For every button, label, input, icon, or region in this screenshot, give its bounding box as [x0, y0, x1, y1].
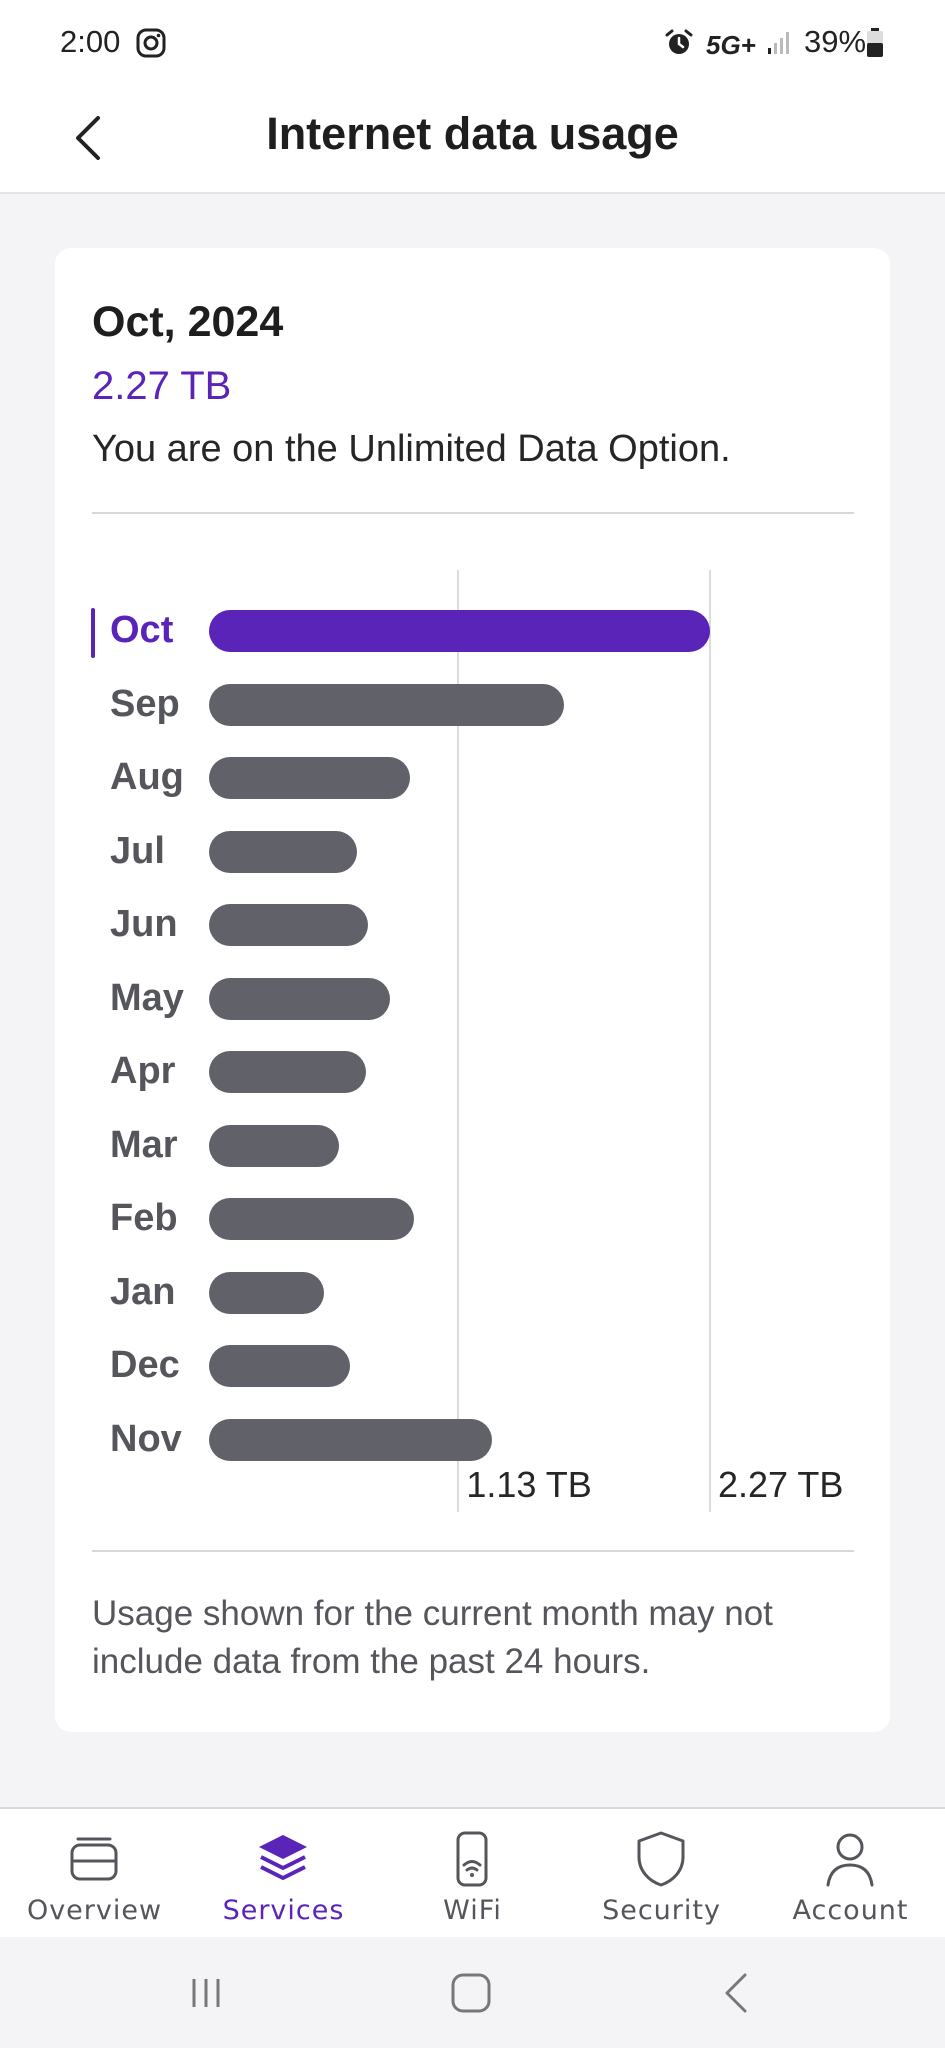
month-row[interactable]: Apr — [55, 1047, 890, 1095]
wifi-device-icon — [456, 1831, 488, 1887]
month-row[interactable]: May — [55, 974, 890, 1022]
usage-bar-mar — [209, 1124, 340, 1167]
usage-bar-jul — [209, 830, 357, 873]
month-label: Feb — [110, 1197, 178, 1239]
month-label: Dec — [110, 1344, 180, 1386]
month-row[interactable]: Jun — [55, 900, 890, 948]
usage-bar-oct — [209, 610, 710, 652]
tick-label: 1.13 TB — [466, 1464, 592, 1505]
bottom-nav: Overview Services WiFi Security Account — [0, 1807, 945, 1937]
nav-label: WiFi — [443, 1895, 502, 1926]
month-row[interactable]: Oct — [55, 606, 890, 658]
nav-services[interactable]: Services — [189, 1809, 378, 1939]
nav-wifi[interactable]: WiFi — [378, 1809, 567, 1939]
month-row[interactable]: Sep — [55, 680, 890, 728]
usage-footnote: Usage shown for the current month may no… — [92, 1594, 773, 1681]
current-month-marker — [91, 608, 95, 658]
month-row[interactable]: Mar — [55, 1121, 890, 1169]
nav-overview[interactable]: Overview — [0, 1809, 189, 1939]
month-row[interactable]: Nov — [55, 1415, 890, 1463]
month-label: Mar — [110, 1123, 178, 1166]
month-label: Oct — [110, 609, 174, 651]
page-title: Internet data usage — [266, 108, 679, 159]
home-button[interactable] — [439, 1961, 503, 2025]
month-label: May — [110, 976, 184, 1019]
nav-account[interactable]: Account — [756, 1809, 945, 1939]
nav-label: Account — [792, 1895, 909, 1926]
month-row[interactable]: Jul — [55, 827, 890, 875]
divider — [92, 1550, 854, 1552]
battery-percent: 39% — [804, 24, 867, 59]
tick-label: 2.27 TB — [718, 1464, 844, 1505]
instagram-icon — [136, 28, 166, 58]
app-header: Internet data usage — [0, 86, 945, 194]
status-bar: 2:00 5G+ 39% — [0, 0, 945, 86]
system-nav-bar — [0, 1937, 945, 2048]
shield-icon — [637, 1831, 685, 1887]
recent-apps-icon — [192, 1979, 220, 2007]
usage-bar-jun — [209, 904, 368, 946]
month-row[interactable]: Aug — [55, 753, 890, 801]
month-label: Jan — [110, 1270, 176, 1313]
back-icon — [725, 1973, 747, 2013]
overview-icon — [70, 1837, 118, 1881]
usage-bar-dec — [209, 1345, 351, 1387]
usage-bar-may — [209, 977, 390, 1020]
usage-bar-feb — [209, 1198, 415, 1240]
nav-security[interactable]: Security — [567, 1809, 756, 1939]
usage-chart: 1.13 TB 2.27 TB Oct Sep Aug Jul Jun May Apr Mar Fe… — [55, 248, 890, 1732]
network-type: 5G+ — [706, 30, 756, 60]
month-label: Jul — [110, 829, 165, 872]
month-label: Nov — [110, 1417, 182, 1460]
month-label: Aug — [110, 756, 184, 798]
month-row[interactable]: Jan — [55, 1268, 890, 1316]
month-label: Apr — [110, 1050, 176, 1092]
month-row[interactable]: Feb — [55, 1194, 890, 1242]
nav-label: Overview — [26, 1895, 163, 1926]
usage-bar-jan — [209, 1271, 324, 1314]
usage-bar-apr — [209, 1051, 366, 1093]
usage-card: Oct, 2024 2.27 TB You are on the Unlimit… — [55, 248, 890, 1732]
month-row[interactable]: Dec — [55, 1341, 890, 1389]
month-label: Sep — [110, 682, 180, 725]
person-icon — [826, 1833, 874, 1887]
usage-bar-sep — [209, 683, 565, 726]
status-time: 2:00 — [60, 24, 121, 59]
month-label: Jun — [110, 903, 178, 945]
home-icon — [451, 1973, 491, 2013]
recent-apps-button[interactable] — [174, 1961, 238, 2025]
layers-icon — [259, 1835, 307, 1880]
battery-icon — [867, 28, 883, 57]
alarm-icon — [665, 29, 693, 54]
nav-label: Security — [602, 1895, 721, 1926]
nav-label: Services — [222, 1895, 345, 1926]
system-back-button[interactable] — [704, 1961, 768, 2025]
usage-bar-nov — [209, 1418, 492, 1461]
signal-icon — [768, 32, 789, 54]
usage-bar-aug — [209, 757, 410, 799]
